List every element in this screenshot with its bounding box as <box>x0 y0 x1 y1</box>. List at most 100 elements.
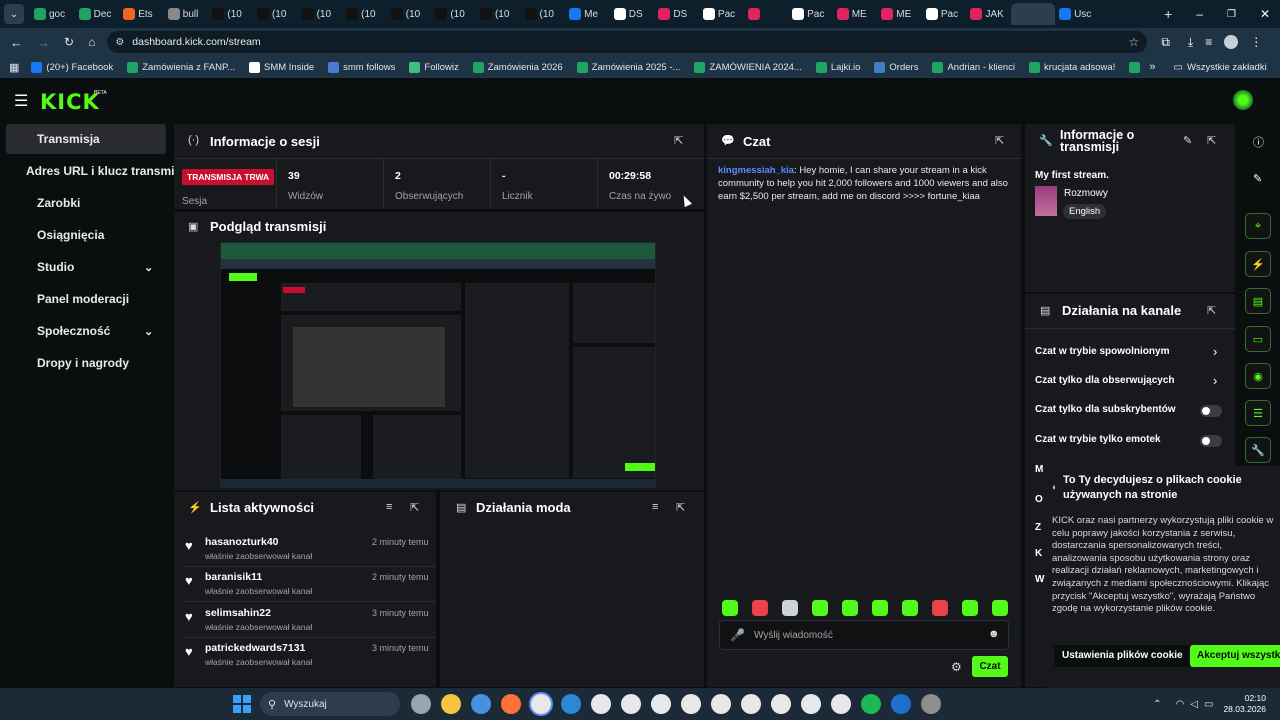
reload-icon[interactable]: ↻ <box>64 35 74 49</box>
taskbar-app-icon[interactable] <box>621 694 641 714</box>
bookmark-item[interactable]: Lajki.io <box>815 61 860 73</box>
rail-stack-icon[interactable]: ☰ <box>1245 400 1271 426</box>
emote-icon[interactable] <box>722 600 738 616</box>
user-avatar[interactable] <box>1233 90 1253 110</box>
rail-broadcast-icon[interactable]: ◉ <box>1245 363 1271 389</box>
browser-tab[interactable]: DS <box>654 3 699 25</box>
browser-tab[interactable]: Ets <box>119 3 164 25</box>
profile-avatar[interactable] <box>1224 35 1239 49</box>
sidebar-item[interactable]: Dropy i nagrody <box>6 348 166 378</box>
bookmark-item[interactable]: Andrian - klienci <box>932 61 1015 73</box>
toggle-switch[interactable] <box>1200 435 1222 447</box>
rail-list-icon[interactable]: ▤ <box>1245 288 1271 314</box>
activity-user[interactable]: hasanozturk40 <box>205 536 279 548</box>
rail-target-icon[interactable]: ⌖ <box>1245 213 1271 239</box>
browser-tab[interactable]: Pac <box>788 3 833 25</box>
pencil-icon[interactable]: ✎ <box>1253 172 1262 185</box>
taskbar-app-icon[interactable] <box>921 694 941 714</box>
browser-tab[interactable]: DS <box>610 3 655 25</box>
browser-tab[interactable]: Dec <box>75 3 120 25</box>
channel-action-label[interactable]: Czat tylko dla obserwujących <box>1035 375 1175 386</box>
rail-wrench-icon[interactable]: 🔧 <box>1245 437 1271 463</box>
bookmark-item[interactable]: Zamówienia z FANP... <box>127 61 235 73</box>
emote-icon[interactable] <box>902 600 918 616</box>
browser-tab[interactable]: (10 <box>342 3 387 25</box>
browser-tab[interactable]: (10 <box>521 3 566 25</box>
tray-chevron-icon[interactable]: ⌃ <box>1153 699 1161 710</box>
menu-icon[interactable]: ☰ <box>14 91 28 111</box>
popout-icon[interactable]: ⇱ <box>410 501 419 514</box>
sidebar-item[interactable]: Osiągnięcia <box>6 220 166 250</box>
download-icon[interactable]: ⤓ <box>1188 35 1193 50</box>
category-name[interactable]: Rozmowy <box>1064 188 1108 199</box>
browser-tab[interactable] <box>744 3 789 25</box>
taskbar-app-icon[interactable] <box>801 694 821 714</box>
channel-action-label-truncated[interactable]: M <box>1035 464 1043 475</box>
taskbar-app-icon[interactable] <box>561 694 581 714</box>
rail-bolt-icon[interactable]: ⚡ <box>1245 251 1271 277</box>
popout-icon[interactable]: ⇱ <box>995 134 1004 147</box>
browser-tab[interactable]: Pac <box>699 3 744 25</box>
emote-icon[interactable] <box>782 600 798 616</box>
taskbar-app-icon[interactable] <box>591 694 611 714</box>
volume-icon[interactable]: ◁ <box>1190 699 1198 710</box>
bookmark-item[interactable]: (20+) Facebook <box>31 61 113 73</box>
sidebar-item[interactable]: Społeczność ⌄ <box>6 316 166 346</box>
window-close-button[interactable]: ✕ <box>1260 7 1270 21</box>
taskbar-search[interactable]: ⚲ Wyszukaj <box>260 692 400 716</box>
extensions-icon[interactable]: ⧉ <box>1161 35 1170 50</box>
taskbar-app-icon[interactable] <box>681 694 701 714</box>
rail-chat-icon[interactable]: ▭ <box>1245 326 1271 352</box>
more-bookmarks-icon[interactable]: » <box>1149 61 1155 73</box>
bookmark-item[interactable]: SMM Inside <box>248 61 314 73</box>
chat-settings-icon[interactable]: ⚙ <box>951 660 962 674</box>
bookmark-star-icon[interactable]: ☆ <box>1129 35 1140 49</box>
apps-grid-icon[interactable]: ▦ <box>9 61 19 74</box>
filter-icon[interactable]: ≡ <box>652 501 658 513</box>
browser-tab[interactable]: (10 <box>387 3 432 25</box>
chat-username[interactable]: kingmessiah_kia <box>718 165 794 176</box>
channel-action-label[interactable]: Czat tylko dla subskrybentów <box>1035 404 1176 415</box>
taskbar-app-icon[interactable] <box>441 694 461 714</box>
browser-tab[interactable]: (10 <box>298 3 343 25</box>
browser-menu-icon[interactable]: ⋮ <box>1250 35 1262 49</box>
emoji-icon[interactable]: ☻ <box>988 628 1000 640</box>
sidebar-item[interactable]: Studio ⌄ <box>6 252 166 282</box>
taskbar-app-icon[interactable] <box>891 694 911 714</box>
browser-tab[interactable]: (10 <box>253 3 298 25</box>
sidebar-item[interactable]: Transmisja <box>6 124 166 154</box>
start-icon[interactable] <box>233 695 251 713</box>
channel-action-label-truncated[interactable]: K <box>1035 548 1042 559</box>
tab-search-icon[interactable]: ≡ <box>1205 35 1212 49</box>
popout-icon[interactable]: ⇱ <box>1207 134 1216 147</box>
browser-tab[interactable]: (10 <box>208 3 253 25</box>
bookmark-item[interactable]: Zamówienia 2025 -... <box>576 61 680 73</box>
browser-tab[interactable]: (10 <box>476 3 521 25</box>
browser-tab[interactable]: (10 <box>431 3 476 25</box>
taskbar-app-icon[interactable] <box>651 694 671 714</box>
emote-icon[interactable] <box>752 600 768 616</box>
taskbar-app-icon[interactable] <box>411 694 431 714</box>
bookmark-item[interactable]: smm follows <box>328 61 395 73</box>
bookmark-item[interactable]: Damian - Arkusze G... <box>1129 61 1141 73</box>
wifi-icon[interactable]: ◠ <box>1176 699 1185 710</box>
toggle-switch[interactable] <box>1200 405 1222 417</box>
browser-tab[interactable]: Pac <box>922 3 967 25</box>
browser-tab[interactable]: Usc <box>1055 3 1100 25</box>
kick-logo[interactable]: KICK <box>40 90 100 114</box>
home-icon[interactable]: ⌂ <box>88 35 95 49</box>
emote-icon[interactable] <box>962 600 978 616</box>
mic-icon[interactable]: 🎤 <box>730 628 745 642</box>
browser-tab[interactable]: JAK <box>966 3 1011 25</box>
emote-icon[interactable] <box>812 600 828 616</box>
taskbar-app-icon[interactable] <box>471 694 491 714</box>
edit-icon[interactable]: ✎ <box>1183 134 1192 147</box>
emote-icon[interactable] <box>842 600 858 616</box>
chat-input[interactable]: 🎤 Wyślij wiadomość ☻ <box>719 620 1009 650</box>
chevron-right-icon[interactable]: › <box>1213 373 1217 388</box>
browser-tab[interactable]: goc <box>30 3 75 25</box>
site-info-icon[interactable]: ⚙ <box>115 37 124 48</box>
battery-icon[interactable]: ▭ <box>1204 699 1213 710</box>
popout-icon[interactable]: ⇱ <box>676 501 685 514</box>
chat-send-button[interactable]: Czat <box>972 656 1008 677</box>
